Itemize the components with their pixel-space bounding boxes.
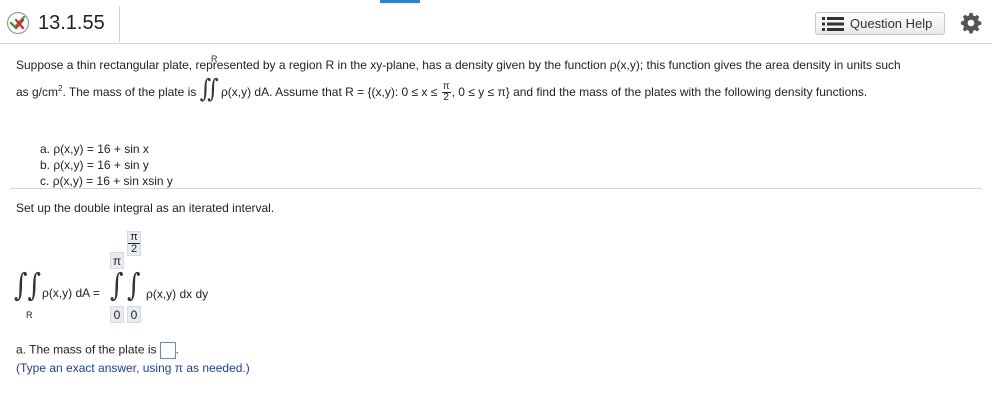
setup-instruction: Set up the double integral as an iterate… [16,201,275,215]
double-integral-symbol: ∫∫ [14,268,42,304]
question-help-label: Question Help [850,16,933,31]
list-item: c. ρ(x,y) = 16 + sin xsin y [40,174,173,188]
integral-lhs: ρ(x,y) dA = [42,286,100,300]
integrand-text: ρ(x,y) dA. Assume that R = {(x,y): 0 ≤ x… [220,85,438,99]
fraction-denominator: 2 [443,92,449,104]
inner-upper-limit[interactable]: π2 [127,231,141,256]
section-divider [10,188,982,189]
region-definition-text: , 0 ≤ y ≤ π} and find the mass of the pl… [451,85,868,99]
gear-icon[interactable] [960,12,982,34]
answer-prompt: a. The mass of the plate is [16,342,157,357]
question-help-button[interactable]: Question Help [815,12,945,35]
problem-header: 13.1.55 Question Help [0,0,992,44]
outer-upper-limit[interactable]: π [110,252,124,269]
statement-line-2: as g/cm 2 . The mass of the plate is ∫∫ ρ(… [16,75,868,104]
outer-lower-limit[interactable]: 0 [110,306,124,323]
inner-integral-symbol: ∫ [127,268,141,304]
double-integral-symbol: ∫∫ [199,75,219,104]
mass-text: . The mass of the plate is [62,85,200,99]
units-text: as g/cm [16,85,59,99]
answer-line: a. The mass of the plate is. [16,342,179,359]
top-accent-bar [380,0,420,3]
integral-region-label: R [26,310,33,320]
pi-over-two-fraction: π2 [441,82,451,104]
partially-correct-icon [6,11,30,35]
inner-lower-limit[interactable]: 0 [127,306,141,323]
list-icon [822,16,844,31]
iterated-integrand: ρ(x,y) dx dy [146,287,209,301]
region-subscript: R [211,54,218,64]
iterated-integral: ∫∫ ρ(x,y) dA = R π ∫ 0 π2 ∫ 0 ρ(x,y) dx … [14,226,414,326]
answer-suffix: . [175,342,179,357]
answer-hint: (Type an exact answer, using π as needed… [16,361,250,375]
density-function-list: a. ρ(x,y) = 16 + sin x b. ρ(x,y) = 16 + … [40,141,173,189]
list-item: a. ρ(x,y) = 16 + sin x [40,142,149,156]
title-divider [119,6,120,42]
problem-number: 13.1.55 [38,12,105,34]
answer-input[interactable] [159,342,176,359]
outer-integral-symbol: ∫ [110,268,124,304]
list-item: b. ρ(x,y) = 16 + sin y [40,158,149,172]
statement-line-1: Suppose a thin rectangular plate, repres… [16,58,901,72]
